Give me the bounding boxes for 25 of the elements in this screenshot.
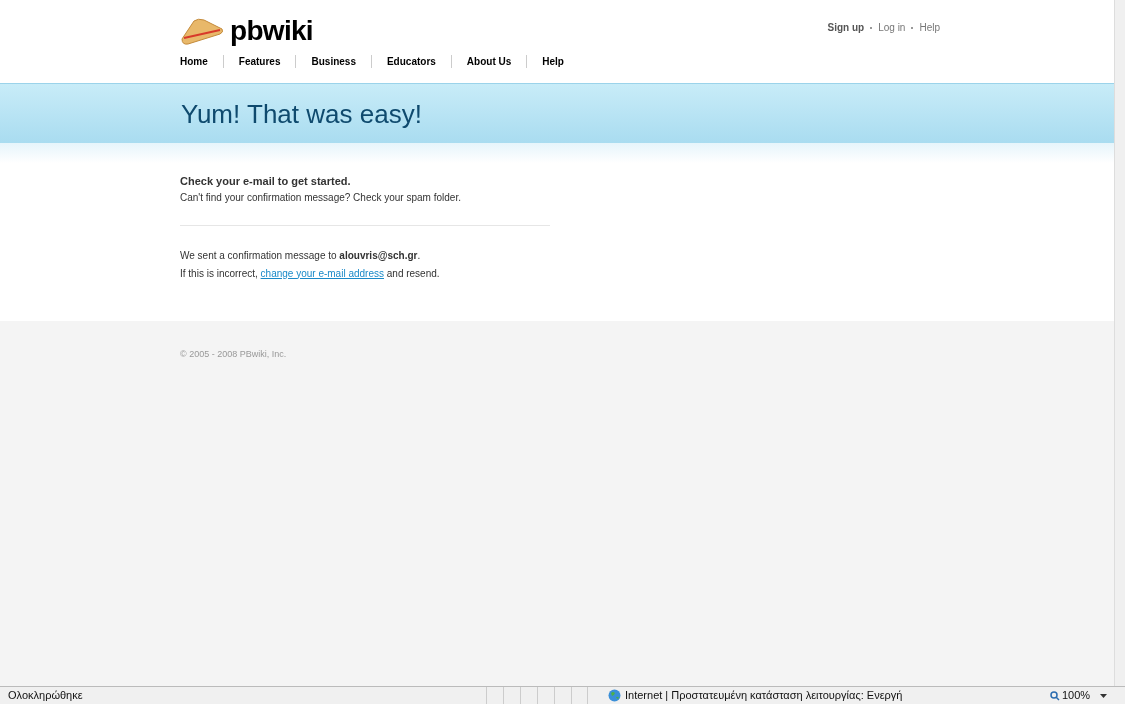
status-pane xyxy=(571,687,588,704)
nav-link[interactable]: Features xyxy=(222,55,296,68)
zoom-level[interactable]: 100% xyxy=(1062,687,1091,704)
zoom-icon xyxy=(1050,690,1060,701)
dropdown-icon[interactable] xyxy=(1100,693,1108,698)
globe-icon xyxy=(608,689,621,702)
message-heading: Check your e-mail to get started. xyxy=(180,174,352,189)
nav-link[interactable]: Business xyxy=(295,55,371,68)
incorrect-text: If this is incorrect, change your e-mail address and resend. xyxy=(180,266,441,281)
nav-link[interactable]: Home xyxy=(180,55,223,68)
logo-text: pbwiki xyxy=(230,17,313,45)
status-text: Ολοκληρώθηκε xyxy=(8,688,84,704)
page-title: Yum! That was easy! xyxy=(181,100,422,127)
header-link[interactable]: Help xyxy=(919,20,940,35)
spam-hint-text: Can't find your confirmation message? Check your spam folder. xyxy=(180,190,462,205)
nav-link[interactable]: About Us xyxy=(450,55,527,68)
header-link[interactable]: Log in xyxy=(878,20,906,35)
security-zone-text: Internet | Προστατευμένη κατάσταση λειτουργίας: Ενεργή xyxy=(625,688,904,704)
confirmation-text: We sent a confirmation message to alouvris@sch.gr. xyxy=(180,248,422,263)
copyright-text: © 2005 - 2008 PBwiki, Inc. xyxy=(180,349,287,359)
change-email-link[interactable]: change your e-mail address xyxy=(260,267,384,279)
sandwich-logo-icon xyxy=(180,17,224,45)
nav-link[interactable]: Help xyxy=(526,55,579,68)
nav-link[interactable]: Educators xyxy=(370,55,451,68)
header-link[interactable]: Sign up xyxy=(827,20,865,35)
